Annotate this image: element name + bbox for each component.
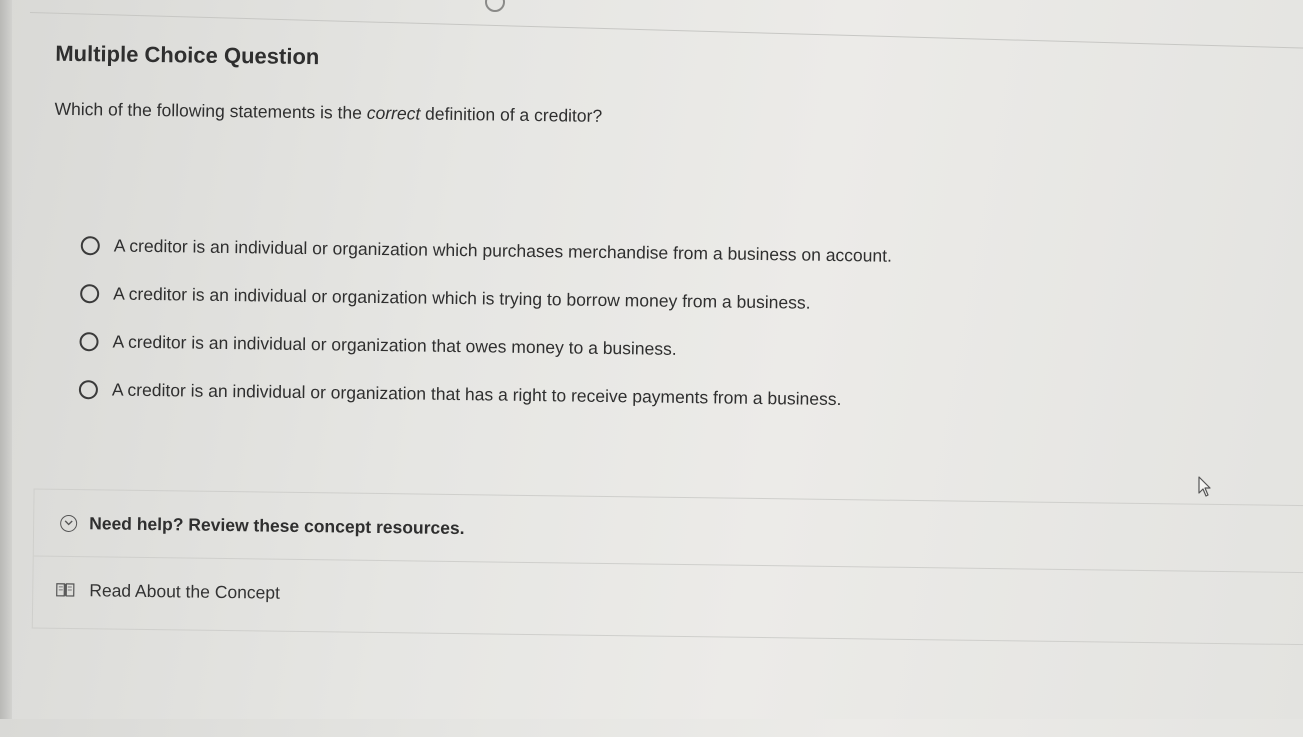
question-prompt-start: Which of the following statements is the bbox=[54, 99, 366, 123]
question-prompt-end: definition of a creditor? bbox=[420, 104, 602, 126]
concept-resources-panel: Need help? Review these concept resource… bbox=[32, 488, 1303, 645]
radio-button-4[interactable] bbox=[79, 380, 98, 399]
book-icon bbox=[55, 582, 75, 598]
radio-button-1[interactable] bbox=[81, 236, 100, 255]
chevron-down-circle-icon[interactable] bbox=[60, 514, 77, 531]
question-type-heading: Multiple Choice Question bbox=[55, 41, 319, 70]
question-container: Multiple Choice Question Which of the fo… bbox=[0, 0, 1303, 736]
answer-options: A creditor is an individual or organizat… bbox=[79, 221, 893, 424]
answer-option-label: A creditor is an individual or organizat… bbox=[113, 283, 811, 313]
radio-button-3[interactable] bbox=[79, 332, 98, 351]
question-prompt-emphasis: correct bbox=[367, 103, 421, 124]
concept-resources-title: Need help? Review these concept resource… bbox=[89, 513, 465, 539]
read-about-concept-label: Read About the Concept bbox=[89, 580, 280, 603]
mouse-cursor-icon bbox=[1197, 476, 1213, 498]
answer-option-label: A creditor is an individual or organizat… bbox=[112, 331, 676, 359]
answer-option-4[interactable]: A creditor is an individual or organizat… bbox=[79, 365, 891, 424]
radio-button-2[interactable] bbox=[80, 284, 99, 303]
answer-option-label: A creditor is an individual or organizat… bbox=[112, 379, 842, 410]
question-prompt: Which of the following statements is the… bbox=[54, 99, 602, 127]
answer-option-label: A creditor is an individual or organizat… bbox=[114, 235, 892, 266]
